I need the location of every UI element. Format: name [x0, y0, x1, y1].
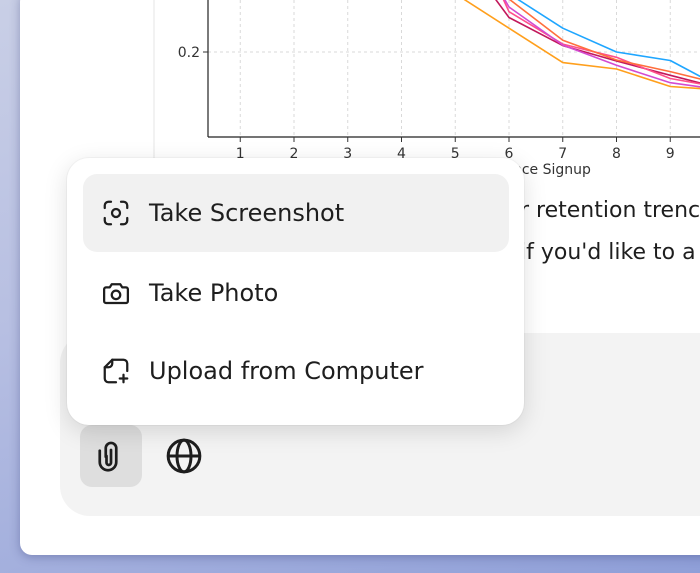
menu-item-take-screenshot[interactable]: Take Screenshot: [83, 174, 509, 252]
chart-series: [463, 0, 700, 90]
menu-item-label: Upload from Computer: [149, 357, 424, 385]
menu-item-take-photo[interactable]: Take Photo: [83, 254, 509, 332]
x-tick-label: 9: [666, 146, 675, 162]
message-line: r retention trenc: [520, 198, 700, 223]
chart-ticks: 1 2 3 4 5 6 7 8 90.2: [178, 45, 675, 162]
x-tick-label: 7: [558, 146, 567, 162]
upload-file-icon: [99, 354, 133, 388]
y-tick-label: 0.2: [178, 45, 200, 61]
web-search-button[interactable]: [153, 425, 215, 487]
paperclip-icon: [98, 441, 118, 472]
retention-chart: 1 2 3 4 5 6 7 8 9 0.2 ince Signup: [20, 0, 700, 180]
x-tick-label: 8: [612, 146, 621, 162]
menu-item-upload-from-computer[interactable]: Upload from Computer: [83, 332, 509, 410]
globe-icon: [166, 438, 202, 474]
message-line: if you'd like to a: [520, 240, 696, 265]
series-line-3: [495, 0, 700, 84]
menu-item-label: Take Screenshot: [149, 199, 345, 227]
screenshot-icon: [99, 196, 133, 230]
camera-icon: [99, 276, 133, 310]
menu-item-label: Take Photo: [149, 279, 279, 307]
attach-menu: Take Screenshot Take Photo Upload from C…: [67, 158, 524, 425]
chart-svg: 1 2 3 4 5 6 7 8 90.2 ince Signup: [153, 0, 700, 180]
attach-button[interactable]: [80, 425, 142, 487]
